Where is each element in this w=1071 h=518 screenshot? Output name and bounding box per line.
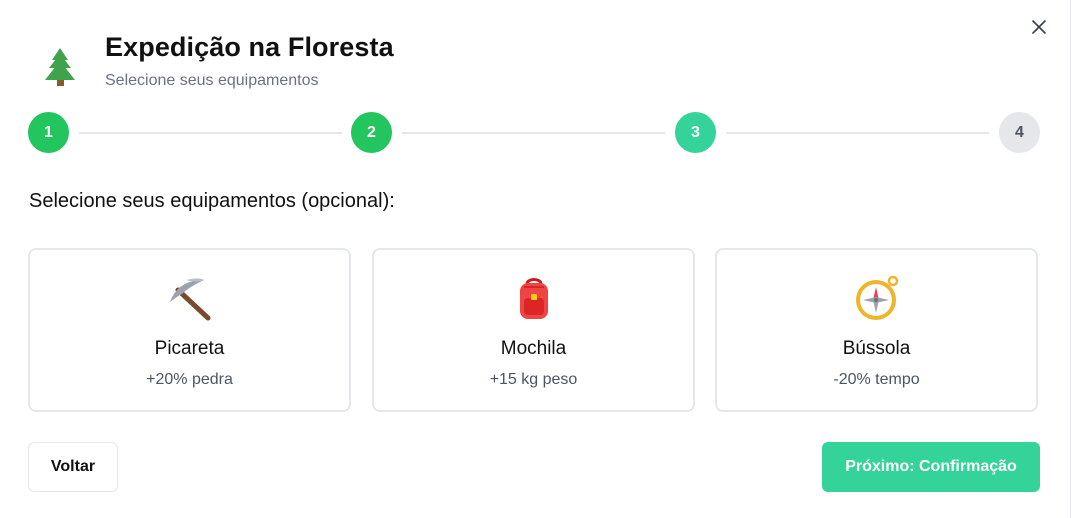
back-button[interactable]: Voltar [28,442,118,492]
step-3-label: 3 [691,123,700,141]
step-connector [726,132,989,134]
step-1-label: 1 [44,123,53,141]
step-4-label: 4 [1015,123,1024,141]
stepper: 1 2 3 4 [28,112,1040,154]
modal-subtitle: Selecione seus equipamentos [105,72,319,89]
tree-icon [45,48,75,86]
compass-icon [853,274,901,322]
modal-title: Expedição na Floresta [105,32,394,62]
close-button[interactable] [1029,17,1049,37]
close-icon[interactable] [1032,20,1046,34]
equipment-bonus: -20% tempo [833,371,920,388]
equipment-bonus: +15 kg peso [489,371,578,388]
step-2-label: 2 [367,123,376,141]
step-connector [79,132,342,134]
equipment-name: Mochila [500,338,567,359]
section-heading: Selecione seus equipamentos (opcional): [29,190,395,212]
step-4: 4 [999,112,1040,153]
step-connector [402,132,665,134]
equipment-name: Picareta [154,338,225,359]
step-3: 3 [675,112,716,153]
equipment-card-mochila[interactable]: Mochila +15 kg peso [372,248,695,412]
next-button[interactable]: Próximo: Confirmação [822,442,1040,492]
pickaxe-icon [166,274,214,322]
step-2: 2 [351,112,392,153]
expedition-modal: Expedição na Floresta Selecione seus equ… [0,0,1071,518]
equipment-name: Bússola [842,338,911,359]
equipment-card-bussola[interactable]: Bússola -20% tempo [715,248,1038,412]
backpack-icon [510,274,558,322]
step-1: 1 [28,112,69,153]
equipment-card-picareta[interactable]: Picareta +20% pedra [28,248,351,412]
equipment-bonus: +20% pedra [146,371,233,388]
